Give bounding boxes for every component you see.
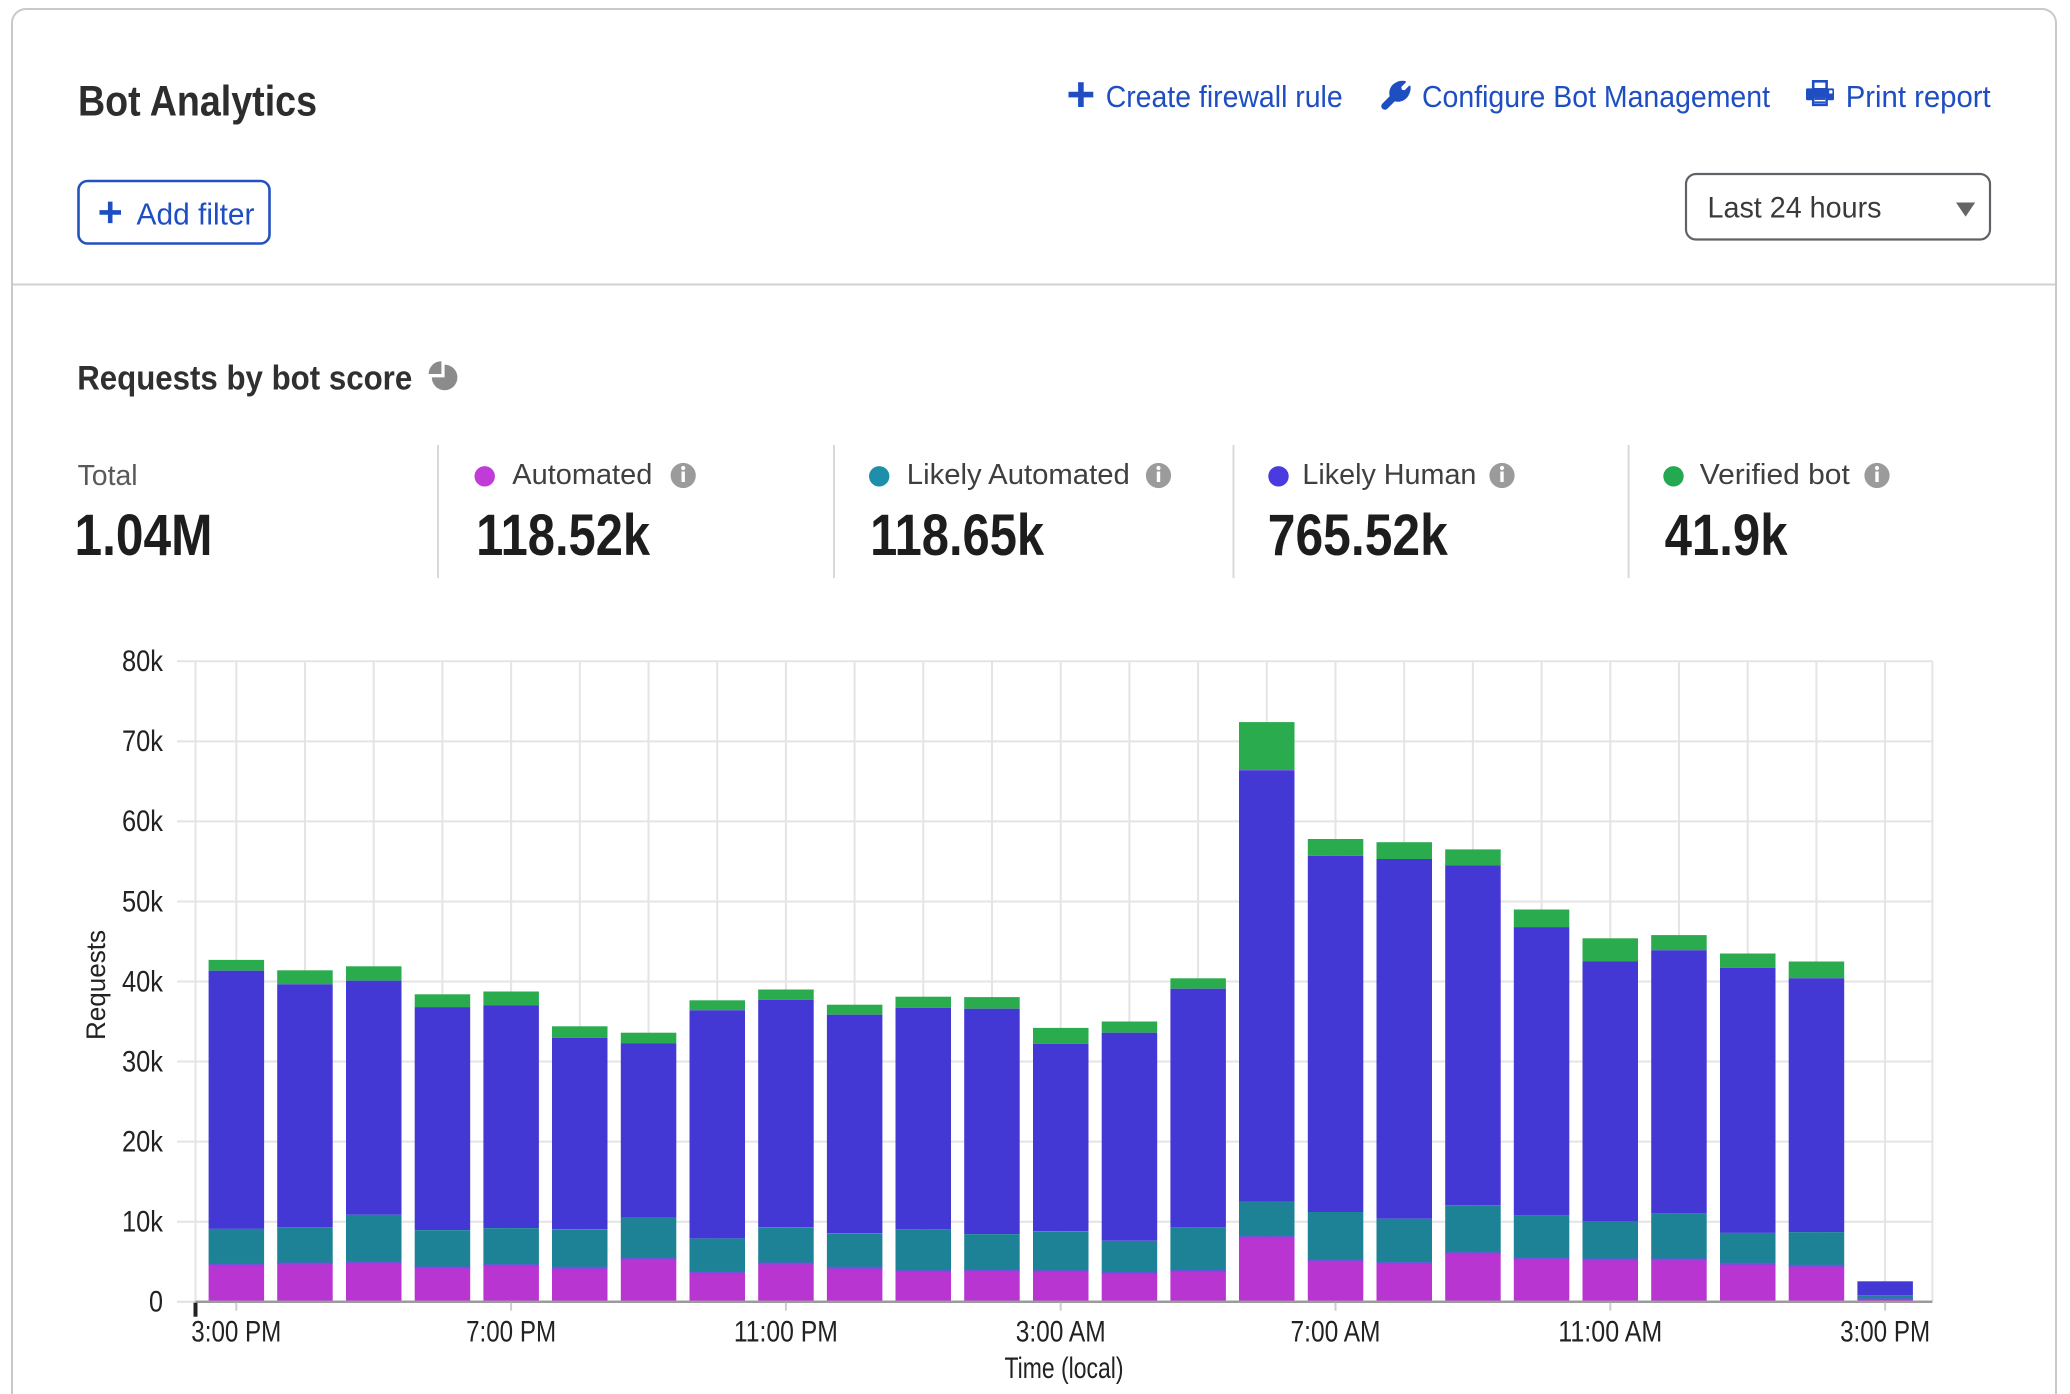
svg-text:1.04M: 1.04M — [75, 503, 213, 568]
svg-text:30k: 30k — [122, 1045, 164, 1078]
svg-text:20k: 20k — [122, 1125, 164, 1158]
svg-text:60k: 60k — [122, 805, 164, 838]
svg-text:50k: 50k — [122, 885, 164, 918]
svg-text:0: 0 — [149, 1286, 163, 1319]
svg-text:118.65k: 118.65k — [870, 503, 1045, 568]
svg-text:Total: Total — [78, 460, 138, 492]
svg-text:Create firewall rule: Create firewall rule — [1106, 79, 1343, 114]
svg-text:10k: 10k — [122, 1205, 164, 1238]
svg-text:11:00 PM: 11:00 PM — [734, 1316, 838, 1349]
svg-text:Requests by bot score: Requests by bot score — [77, 360, 412, 398]
svg-text:70k: 70k — [122, 725, 164, 758]
svg-text:765.52k: 765.52k — [1268, 503, 1449, 568]
svg-text:Add filter: Add filter — [137, 197, 255, 232]
svg-text:Time (local): Time (local) — [1005, 1352, 1124, 1385]
svg-text:Requests: Requests — [81, 930, 111, 1040]
svg-text:3:00 PM: 3:00 PM — [191, 1316, 281, 1349]
svg-text:7:00 AM: 7:00 AM — [1291, 1316, 1381, 1349]
svg-text:Likely Automated: Likely Automated — [907, 459, 1130, 491]
svg-text:7:00 PM: 7:00 PM — [466, 1316, 556, 1349]
svg-text:3:00 PM: 3:00 PM — [1840, 1316, 1930, 1349]
svg-text:40k: 40k — [122, 965, 164, 998]
svg-text:Print report: Print report — [1846, 79, 1991, 114]
svg-text:Likely Human: Likely Human — [1302, 459, 1476, 491]
svg-text:11:00 AM: 11:00 AM — [1558, 1316, 1662, 1349]
svg-text:Automated: Automated — [512, 459, 652, 491]
svg-text:3:00 AM: 3:00 AM — [1016, 1316, 1106, 1349]
svg-text:Last 24 hours: Last 24 hours — [1708, 192, 1882, 225]
svg-text:Configure Bot Management: Configure Bot Management — [1422, 79, 1770, 114]
svg-text:80k: 80k — [122, 645, 164, 678]
svg-text:Bot Analytics: Bot Analytics — [78, 78, 317, 126]
svg-text:41.9k: 41.9k — [1665, 503, 1789, 568]
svg-text:Verified bot: Verified bot — [1700, 459, 1850, 491]
svg-text:118.52k: 118.52k — [476, 503, 651, 568]
